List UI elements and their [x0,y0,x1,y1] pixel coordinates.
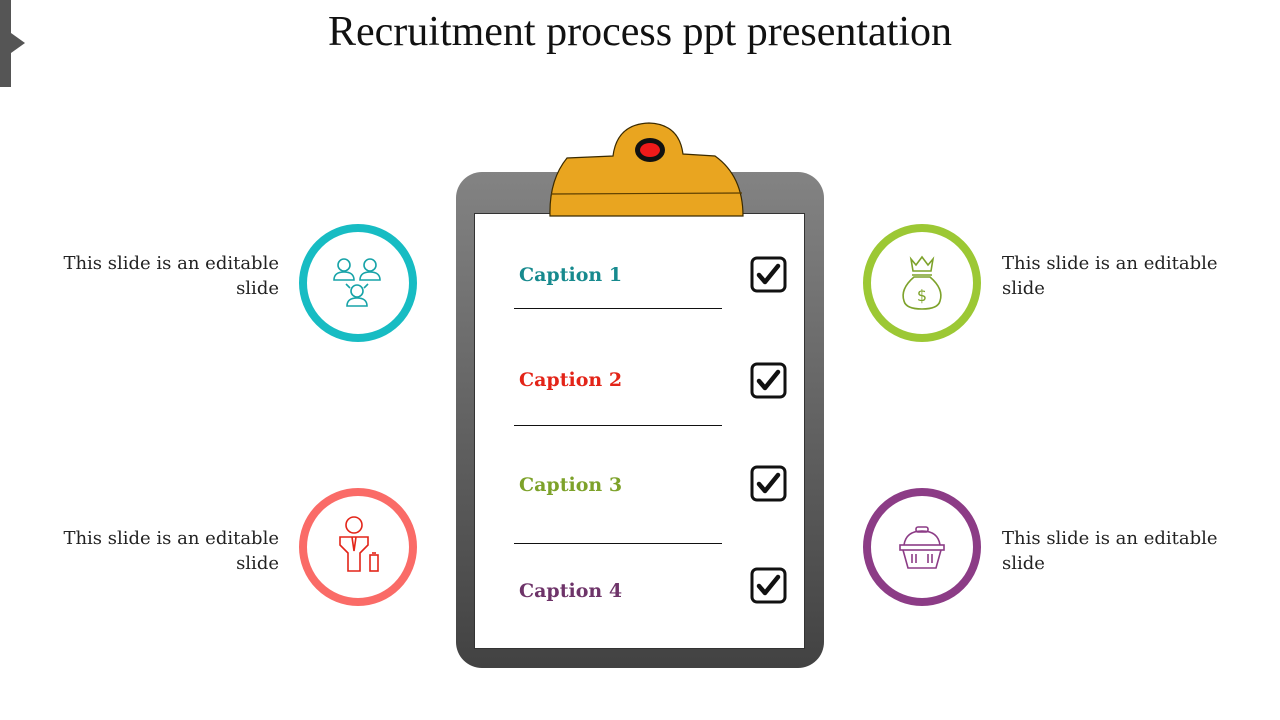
clipboard-clip-icon [549,122,744,217]
side-text-line: slide [236,278,279,299]
svg-text:$: $ [917,286,927,305]
checklist-divider [514,308,722,309]
icon-circle-businessman [299,488,417,606]
checklist-caption-1: Caption 1 [519,264,623,286]
side-text-line: slide [1002,278,1045,299]
side-text-line: slide [236,553,279,574]
people-network-icon [333,258,381,307]
checklist-caption-4: Caption 4 [519,580,623,602]
basket-icon [899,526,945,569]
side-text-line: This slide is an editable [63,253,279,274]
slide-title: Recruitment process ppt presentation [328,9,952,55]
side-text-line: This slide is an editable [1002,528,1218,549]
businessman-icon [339,516,379,572]
checkbox-checked-icon[interactable] [750,465,787,502]
side-text-line: This slide is an editable [1002,253,1218,274]
side-text-bottom-left: This slide is an editable slide [49,526,279,576]
icon-circle-money: $ [863,224,981,342]
checkbox-checked-icon[interactable] [750,256,787,293]
side-text-line: This slide is an editable [63,528,279,549]
icon-circle-basket [863,488,981,606]
checkbox-checked-icon[interactable] [750,362,787,399]
checklist-caption-3: Caption 3 [519,474,623,496]
side-text-line: slide [1002,553,1045,574]
icon-circle-people [299,224,417,342]
checklist-divider [514,425,722,426]
side-text-top-right: This slide is an editable slide [1002,251,1232,301]
money-bag-icon: $ [902,255,942,310]
checklist-caption-2: Caption 2 [519,369,623,391]
side-text-bottom-right: This slide is an editable slide [1002,526,1232,576]
checklist-divider [514,543,722,544]
checkbox-checked-icon[interactable] [750,567,787,604]
side-text-top-left: This slide is an editable slide [49,251,279,301]
